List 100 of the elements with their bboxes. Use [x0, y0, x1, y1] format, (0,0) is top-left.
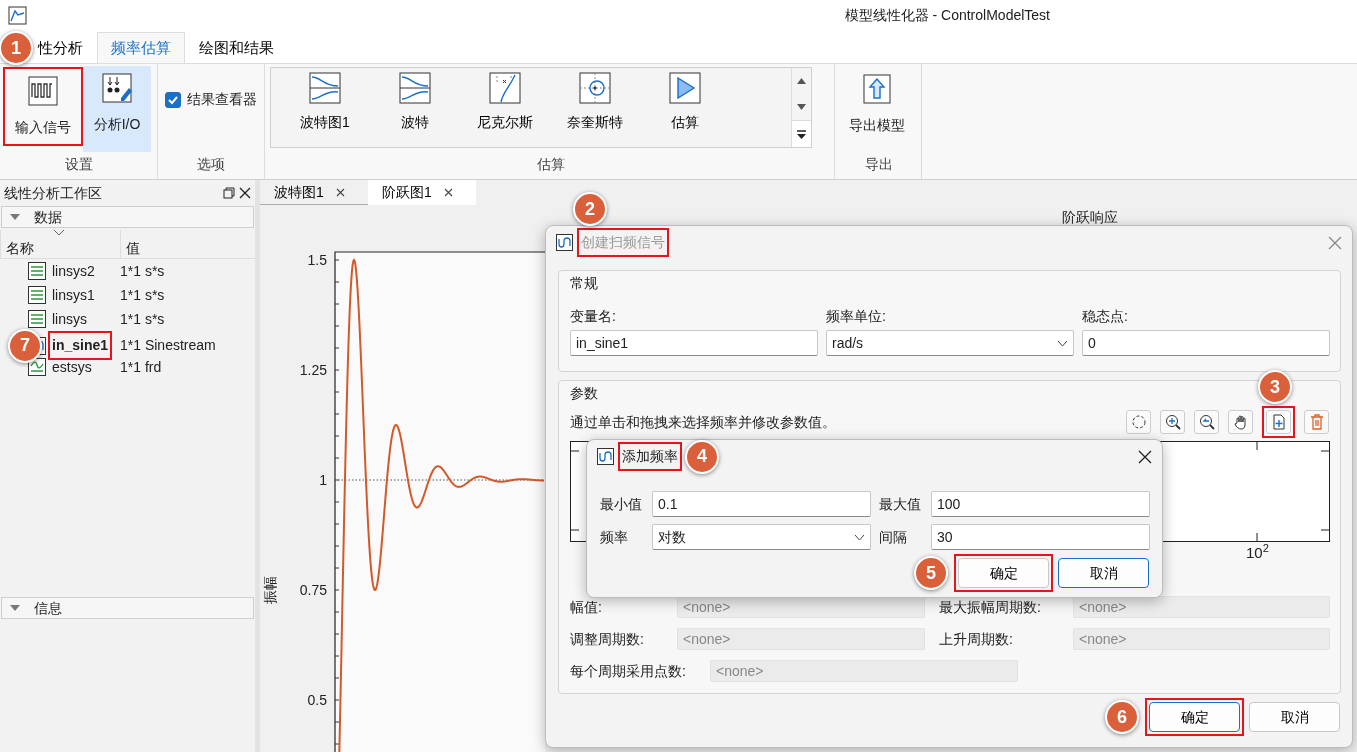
chevron-down-icon	[1057, 339, 1068, 347]
section-header[interactable]: 信息	[1, 597, 254, 619]
plot-title: 阶跃响应	[1062, 209, 1118, 225]
close-button[interactable]	[239, 187, 251, 199]
ribbon-button[interactable]: 输入信号	[5, 69, 81, 144]
tick-label: 1.25	[299, 362, 327, 378]
nyquist-plot-icon	[579, 72, 611, 104]
pins-pencil-icon	[101, 72, 133, 104]
dialog-button[interactable]: 确定	[958, 558, 1049, 588]
column-header[interactable]: 名称	[1, 230, 120, 259]
lines-icon	[28, 262, 46, 280]
field-label: 每个周期采用点数:	[570, 661, 687, 681]
ribbon-tab[interactable]: 绘图和结果	[185, 32, 288, 63]
document-tab[interactable]: 阶跃图1	[368, 180, 476, 205]
collapse-triangle-icon	[10, 212, 20, 222]
tick-label: 1	[319, 472, 327, 488]
collapse-triangle-icon	[10, 603, 20, 613]
axis-label: 振幅	[262, 576, 278, 604]
variable-name[interactable]: linsys1	[52, 284, 95, 306]
gallery-button[interactable]: 尼克尔斯	[460, 68, 550, 147]
zoom-out-button[interactable]	[1194, 410, 1219, 434]
lines-icon	[28, 286, 46, 304]
variable-value: 1*1 s*s	[120, 261, 166, 281]
close-icon	[335, 187, 345, 197]
gallery-button[interactable]: 波特	[370, 68, 460, 147]
gallery-button[interactable]: 估算	[640, 68, 730, 147]
sine-wave-icon	[556, 234, 573, 251]
gallery-button[interactable]: 奈奎斯特	[550, 68, 640, 147]
variable-value: 1*1 s*s	[120, 285, 166, 305]
hand-icon	[1232, 414, 1249, 430]
close-icon	[1328, 235, 1342, 250]
dialog-button[interactable]: 确定	[1149, 702, 1240, 732]
fit-icon	[1130, 414, 1147, 430]
variable-value: 1*1 frd	[120, 357, 163, 377]
checkbox[interactable]	[165, 91, 181, 108]
dropdown[interactable]: 对数	[652, 524, 871, 550]
section-header[interactable]: 数据	[1, 206, 254, 228]
close-icon	[239, 187, 251, 199]
callout-badge: 5	[914, 556, 948, 590]
section-label: 数据	[34, 207, 62, 227]
tick-label: 10$^{2}$	[1246, 545, 1269, 560]
variable-name[interactable]: in_sine1	[52, 335, 109, 356]
tick-label: 0.75	[299, 582, 327, 598]
sort-caret-icon	[53, 229, 65, 236]
panel-title: 线性分析工作区	[4, 183, 102, 203]
restore-icon	[223, 187, 235, 199]
variable-name[interactable]: estsys	[52, 356, 92, 378]
expand-icon	[797, 129, 806, 139]
text-field[interactable]: 30	[931, 524, 1150, 550]
variable-name[interactable]: linsys2	[52, 260, 95, 282]
tick-label: 0.5	[307, 692, 327, 708]
trash-icon	[1308, 414, 1325, 430]
ribbon-tab[interactable]: 性分析	[32, 32, 97, 63]
gallery-button[interactable]: 波特图1	[280, 68, 370, 147]
text-field[interactable]: 100	[931, 491, 1150, 517]
bode-plot-icon	[309, 72, 341, 104]
delete-button[interactable]	[1304, 410, 1329, 434]
field-label: 最小值	[600, 494, 643, 514]
field-label: 间隔	[878, 527, 908, 547]
field-label: 最大振幅周期数:	[938, 597, 1042, 617]
variable-name[interactable]: linsys	[52, 308, 87, 330]
text-field[interactable]: 0	[1082, 330, 1330, 356]
dropdown[interactable]: rad/s	[826, 330, 1074, 356]
close-icon	[1138, 449, 1152, 464]
play-icon	[669, 72, 701, 104]
ribbon-button[interactable]: 导出模型	[839, 67, 915, 142]
group-label: 导出	[863, 155, 894, 174]
group-label: 估算	[535, 155, 566, 174]
pan-button[interactable]	[1228, 410, 1253, 434]
checkbox-label: 结果查看器	[187, 90, 257, 109]
callout-badge: 2	[573, 192, 607, 226]
zoom-in-button[interactable]	[1160, 410, 1185, 434]
ribbon-button[interactable]: 分析I/O	[83, 66, 151, 152]
dialog-button[interactable]: 取消	[1249, 702, 1340, 732]
ribbon-tab[interactable]: 频率估算	[97, 32, 185, 63]
zoom-in-icon	[1164, 414, 1181, 430]
text-field[interactable]: 0.1	[652, 491, 871, 517]
callout-badge: 6	[1105, 700, 1139, 734]
lines-icon	[28, 310, 46, 328]
fit-button[interactable]	[1126, 410, 1151, 434]
expand-gallery-button[interactable]	[792, 120, 811, 147]
group-title: 常规	[570, 274, 598, 293]
window-title: 模型线性化器 - ControlModelTest	[844, 5, 1050, 25]
variable-value: 1*1 s*s	[120, 309, 166, 329]
add-page-icon	[1270, 414, 1287, 430]
field-label: 稳态点:	[1082, 307, 1129, 324]
text-field[interactable]: in_sine1	[570, 330, 818, 356]
dialog-button[interactable]: 取消	[1058, 558, 1149, 588]
zoom-out-icon	[1198, 414, 1215, 430]
close-button[interactable]	[1138, 449, 1152, 464]
close-icon	[443, 187, 453, 197]
field-label: 调整周期数:	[570, 629, 645, 649]
chevron-down-icon	[854, 533, 865, 541]
field-label: 上升周期数:	[938, 629, 1014, 649]
group-label: 设置	[63, 155, 94, 174]
callout-badge: 7	[8, 328, 42, 363]
nichols-plot-icon	[489, 72, 521, 104]
restore-button[interactable]	[223, 187, 235, 199]
hint-text: 通过单击和拖拽来选择频率并修改参数值。	[570, 412, 836, 432]
field-label: 频率	[600, 527, 629, 547]
